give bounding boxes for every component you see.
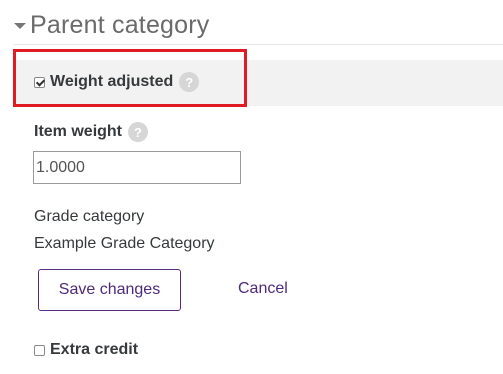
caret-down-icon xyxy=(14,23,26,29)
section-toggle-parent-category[interactable]: Parent category xyxy=(14,8,210,42)
save-changes-button[interactable]: Save changes xyxy=(38,269,181,311)
extra-credit-checkbox[interactable] xyxy=(34,344,45,356)
extra-credit-field: Extra credit xyxy=(34,338,138,362)
item-weight-field-label: Item weight ? xyxy=(34,120,149,144)
item-weight-label: Item weight xyxy=(34,123,123,140)
extra-credit-label[interactable]: Extra credit xyxy=(50,341,138,359)
help-icon[interactable]: ? xyxy=(128,122,149,142)
section-divider xyxy=(14,44,503,45)
grade-category-value: Example Grade Category xyxy=(34,235,215,252)
cancel-link[interactable]: Cancel xyxy=(238,280,288,298)
highlight-annotation xyxy=(13,49,247,107)
item-weight-input[interactable] xyxy=(33,151,241,184)
section-title: Parent category xyxy=(30,10,210,39)
grade-category-label: Grade category xyxy=(34,208,145,225)
